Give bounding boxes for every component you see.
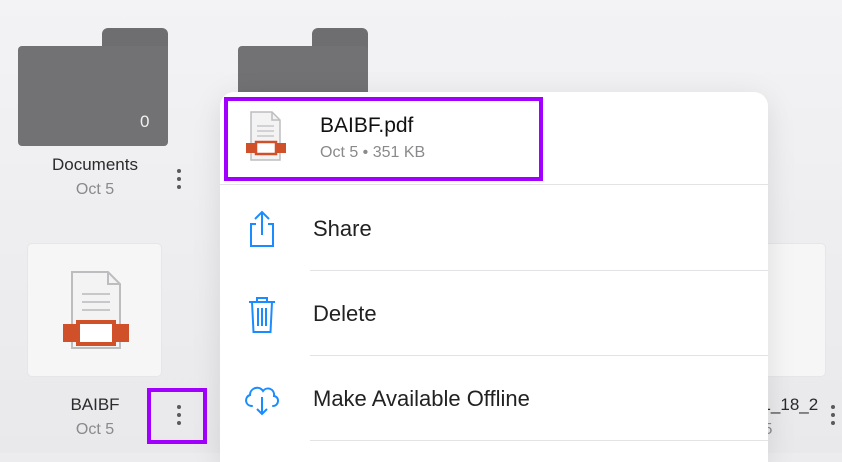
menu-divider bbox=[310, 440, 768, 441]
menu-item-make-available-offline[interactable]: Make Available Offline bbox=[220, 356, 768, 441]
menu-item-delete[interactable]: Delete bbox=[220, 271, 768, 356]
more-options-right[interactable] bbox=[830, 405, 836, 425]
cloud-download-icon bbox=[245, 386, 279, 415]
tile-name-documents[interactable]: Documents bbox=[30, 155, 160, 175]
folder-second[interactable] bbox=[238, 28, 368, 106]
trash-icon bbox=[249, 296, 275, 333]
tile-date-baibf: Oct 5 bbox=[75, 421, 115, 438]
menu-item-share[interactable]: Share bbox=[220, 186, 768, 271]
menu-item-label: Share bbox=[313, 215, 372, 241]
more-options-documents[interactable] bbox=[176, 169, 182, 189]
folder-item-count: 0 bbox=[140, 112, 150, 131]
pdf-file-icon bbox=[63, 271, 129, 349]
share-icon bbox=[250, 210, 274, 247]
tile-name-baibf[interactable]: BAIBF bbox=[30, 395, 160, 415]
menu-divider bbox=[220, 184, 768, 185]
file-header-highlight bbox=[224, 97, 543, 181]
file-thumbnail-baibf[interactable] bbox=[28, 244, 161, 376]
kebab-highlight bbox=[147, 388, 207, 444]
folder-documents[interactable]: 0 bbox=[18, 28, 168, 146]
tile-date-documents: Oct 5 bbox=[75, 181, 115, 198]
menu-item-label: Delete bbox=[313, 300, 377, 326]
menu-item-label: Make Available Offline bbox=[313, 385, 530, 411]
